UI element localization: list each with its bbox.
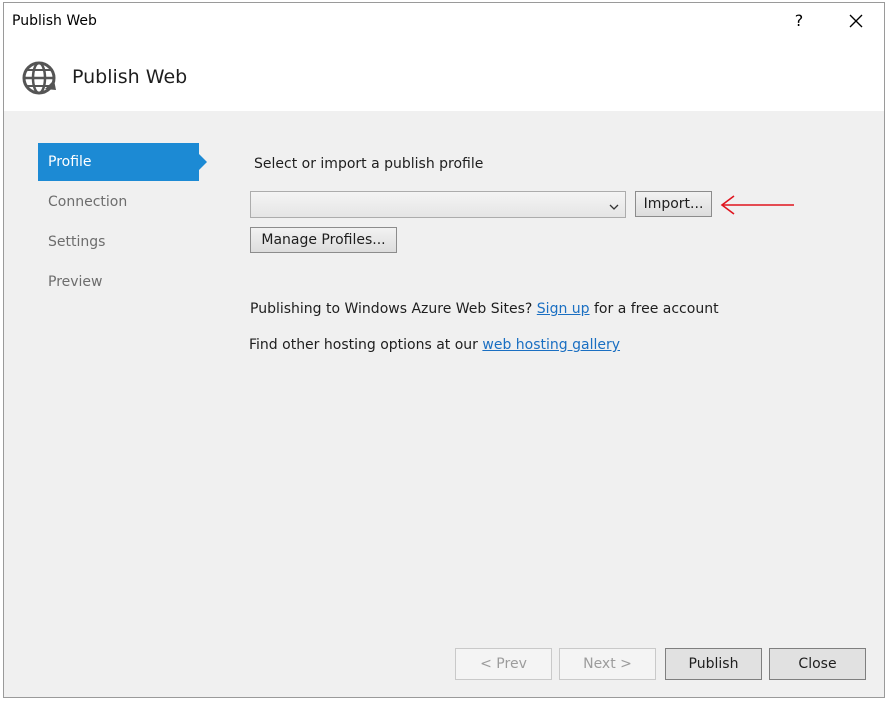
header-title: Publish Web	[72, 66, 188, 88]
close-icon[interactable]	[844, 9, 868, 33]
gallery-prefix: Find other hosting options at our	[249, 337, 478, 353]
globe-publish-icon	[20, 59, 58, 97]
nav-item-connection[interactable]: Connection	[38, 183, 189, 221]
nav-item-settings[interactable]: Settings	[38, 223, 189, 261]
azure-suffix: for a free account	[594, 301, 719, 317]
profile-prompt: Select or import a publish profile	[254, 156, 484, 172]
window-title: Publish Web	[12, 13, 97, 29]
next-button[interactable]: Next >	[559, 648, 656, 680]
hosting-gallery-line: Find other hosting options at our web ho…	[249, 337, 620, 353]
azure-signup-line: Publishing to Windows Azure Web Sites? S…	[250, 301, 719, 317]
wizard-nav: Profile Connection Settings Preview	[38, 143, 208, 303]
profile-dropdown[interactable]	[250, 191, 626, 218]
title-bar: Publish Web ?	[4, 3, 884, 41]
azure-prefix: Publishing to Windows Azure Web Sites?	[250, 301, 533, 317]
annotation-arrow-icon	[718, 193, 796, 217]
web-hosting-gallery-link[interactable]: web hosting gallery	[482, 337, 620, 353]
header-band: Publish Web	[4, 41, 884, 111]
sign-up-link[interactable]: Sign up	[537, 301, 590, 317]
nav-item-profile[interactable]: Profile	[38, 143, 207, 181]
prev-button[interactable]: < Prev	[455, 648, 552, 680]
import-button[interactable]: Import...	[635, 191, 712, 217]
publish-web-dialog: Publish Web ? Publish Web Profile Connec…	[3, 2, 885, 698]
chevron-down-icon	[609, 200, 619, 210]
help-button[interactable]: ?	[789, 9, 809, 33]
publish-button[interactable]: Publish	[665, 648, 762, 680]
manage-profiles-button[interactable]: Manage Profiles...	[250, 227, 397, 253]
nav-item-preview[interactable]: Preview	[38, 263, 189, 301]
close-button[interactable]: Close	[769, 648, 866, 680]
